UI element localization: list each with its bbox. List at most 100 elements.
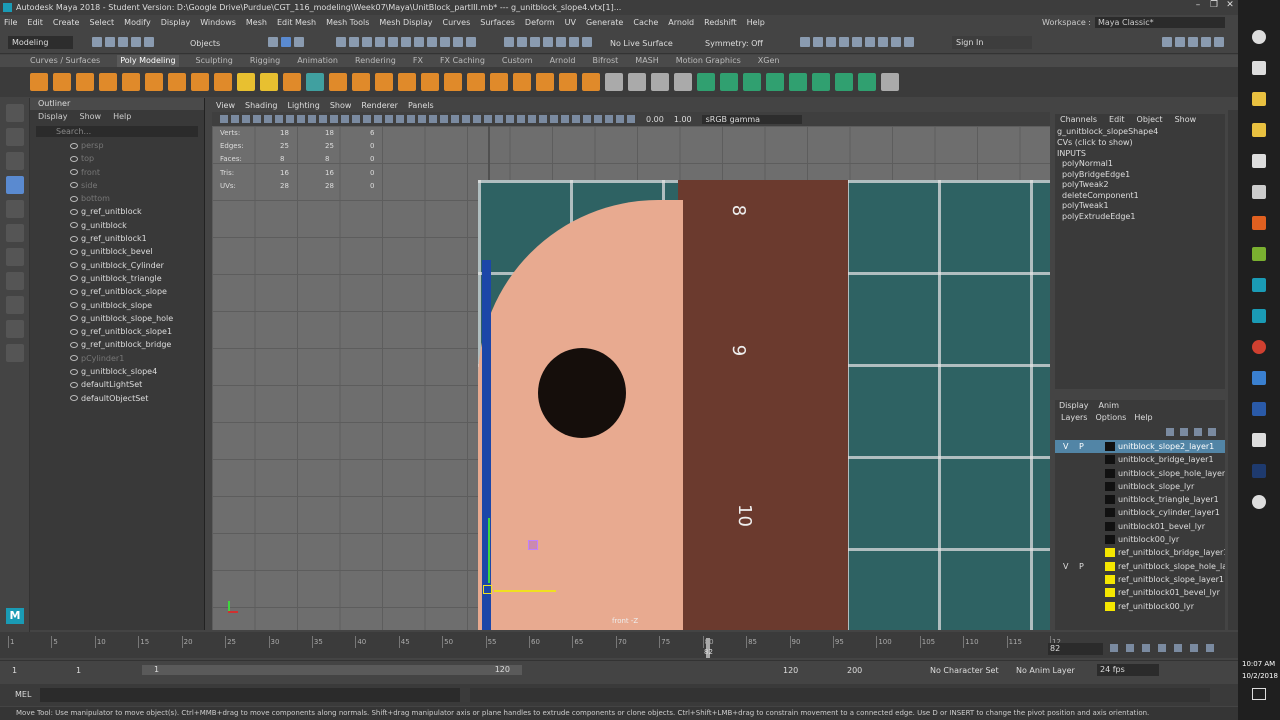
mask-icon[interactable] [375,37,385,47]
new-layer-icon[interactable] [1194,428,1202,436]
layer-row[interactable]: unitblock_cylinder_layer1 [1055,506,1225,519]
shelf-tool-icon[interactable] [214,73,232,91]
channel-menu-show[interactable]: Show [1175,114,1197,126]
outliner-item[interactable]: g_unitblock_Cylinder [30,259,204,272]
outliner-item[interactable]: front [30,166,204,179]
open-scene-icon[interactable] [105,37,115,47]
shelf-tab-rendering[interactable]: Rendering [355,55,396,67]
new-scene-icon[interactable] [92,37,102,47]
shelf-tool-icon[interactable] [559,73,577,91]
input-node[interactable]: polyBridgeEdge1 [1055,170,1225,181]
outliner-item[interactable]: g_unitblock_slope_hole [30,312,204,325]
viewport-tool-icon[interactable] [319,115,327,123]
shelf-tool-icon[interactable] [697,73,715,91]
input-node[interactable]: polyTweak1 [1055,201,1225,212]
move-tool-icon[interactable] [6,176,24,194]
viewport-tool-icon[interactable] [484,115,492,123]
layer-color-swatch[interactable] [1105,588,1115,598]
layer-row[interactable]: V Punitblock_slope2_layer1 [1055,440,1225,454]
viewport-tool-icon[interactable] [572,115,580,123]
anim-layer-dropdown[interactable]: No Anim Layer [1016,666,1075,675]
layer-color-swatch[interactable] [1105,442,1115,451]
viewport-tool-icon[interactable] [616,115,624,123]
close-icon[interactable]: ✕ [1222,0,1238,10]
outliner-item[interactable]: side [30,179,204,192]
menu-windows[interactable]: Windows [200,18,236,27]
save-scene-icon[interactable] [118,37,128,47]
shelf-tab-rigging[interactable]: Rigging [250,55,280,67]
shelf-tool-icon[interactable] [536,73,554,91]
viewport-menu-lighting[interactable]: Lighting [287,100,319,112]
layer-row[interactable]: unitblock_triangle_layer1 [1055,493,1225,506]
layer-menu-layers[interactable]: Layers [1061,412,1087,424]
attribute-editor-icon[interactable] [1175,37,1185,47]
viewport-tool-icon[interactable] [440,115,448,123]
mask-icon[interactable] [440,37,450,47]
viewport-tool-icon[interactable] [517,115,525,123]
step-back-key-icon[interactable] [1126,644,1134,652]
select-object-icon[interactable] [281,37,291,47]
viewport-tool-icon[interactable] [264,115,272,123]
layer-move-up-icon[interactable] [1166,428,1174,436]
mask-icon[interactable] [453,37,463,47]
new-layer-selected-icon[interactable] [1208,428,1216,436]
shelf-tab-arnold[interactable]: Arnold [550,55,576,67]
workspace-selector[interactable]: Workspace : Maya Classic* [1042,17,1225,28]
viewport-tool-icon[interactable] [341,115,349,123]
two-pane-icon[interactable] [6,320,24,338]
layer-row[interactable]: ref_unitblock00_lyr [1055,600,1225,613]
colorspace-dropdown[interactable]: sRGB gamma [701,114,802,124]
shelf-tab-custom[interactable]: Custom [502,55,533,67]
end-time-field[interactable]: 200 [847,666,862,675]
viewport-tool-icon[interactable] [550,115,558,123]
outliner-item[interactable]: bottom [30,192,204,205]
maya-taskbar-icon[interactable] [1252,278,1266,292]
layer-editor-icon[interactable] [1214,37,1224,47]
viewport-tool-icon[interactable] [363,115,371,123]
live-surface-label[interactable]: No Live Surface [610,39,673,48]
shelf-tab-motion-graphics[interactable]: Motion Graphics [676,55,741,67]
layer-row[interactable]: unitblock00_lyr [1055,533,1225,546]
menu-surfaces[interactable]: Surfaces [480,18,515,27]
shelf-tool-icon[interactable] [375,73,393,91]
menu-arnold[interactable]: Arnold [668,18,694,27]
current-frame-field[interactable]: 82 [1048,643,1103,655]
play-forward-icon[interactable] [1174,644,1182,652]
viewport-tool-icon[interactable] [385,115,393,123]
snap-grid-icon[interactable] [504,37,514,47]
snap-icon[interactable] [582,37,592,47]
viewport-tool-icon[interactable] [374,115,382,123]
viewport-tool-icon[interactable] [528,115,536,123]
playback-start-field[interactable]: 1 [76,666,81,675]
shelf-tool-icon[interactable] [191,73,209,91]
snap-together-icon[interactable] [6,248,24,266]
render-icon[interactable] [813,37,823,47]
lasso-tool-icon[interactable] [6,128,24,146]
layer-row[interactable]: VPref_unitblock_slope_hole_layer [1055,560,1225,573]
layer-row[interactable]: unitblock_bridge_layer1 [1055,453,1225,466]
layer-color-swatch[interactable] [1105,508,1115,518]
shelf-tool-icon[interactable] [467,73,485,91]
command-input[interactable] [40,688,460,702]
shelf-tool-icon[interactable] [53,73,71,91]
shelf-tool-icon[interactable] [352,73,370,91]
outliner-layout-icon[interactable] [6,344,24,362]
menu-deform[interactable]: Deform [525,18,555,27]
layer-color-swatch[interactable] [1105,601,1115,611]
outliner-menu-show[interactable]: Show [80,110,102,124]
viewport-tool-icon[interactable] [495,115,503,123]
shelf-tab-fx[interactable]: FX [413,55,423,67]
layer-visibility-toggle[interactable]: V [1063,560,1068,573]
viewport-tool-icon[interactable] [242,115,250,123]
notification-icon[interactable] [1252,688,1266,700]
viewport-tool-icon[interactable] [418,115,426,123]
symmetry-label[interactable]: Symmetry: Off [705,39,763,48]
layer-color-swatch[interactable] [1105,495,1115,505]
layer-color-swatch[interactable] [1105,548,1115,558]
render-icon[interactable] [865,37,875,47]
viewport-menu-renderer[interactable]: Renderer [361,100,398,112]
input-node[interactable]: polyNormal1 [1055,159,1225,170]
shelf-tool-icon[interactable] [812,73,830,91]
exposure-field[interactable]: 0.00 [646,115,664,124]
menu-mesh[interactable]: Mesh [246,18,267,27]
